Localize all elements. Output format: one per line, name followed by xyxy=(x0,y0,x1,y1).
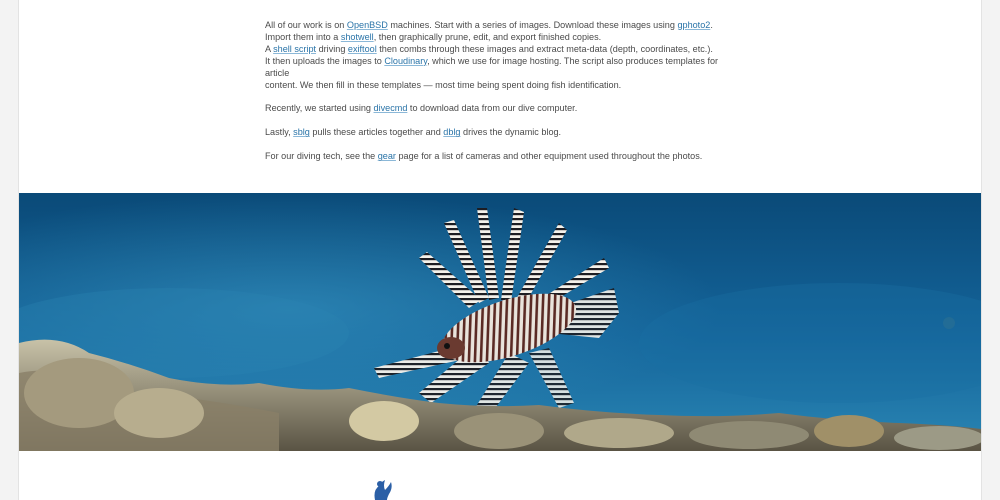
text: pulls these articles together and xyxy=(309,127,444,138)
text: , then graphically prune, edit, and expo… xyxy=(373,31,602,42)
paragraph-divecmd: Recently, we started using divecmd to do… xyxy=(265,103,735,115)
link-gear[interactable]: gear xyxy=(378,151,396,161)
link-openbsd[interactable]: OpenBSD xyxy=(347,20,388,30)
text: then combs through these images and extr… xyxy=(376,43,713,54)
text: Import them into a xyxy=(265,31,341,42)
text: content. We then fill in these templates… xyxy=(265,79,622,90)
text: . xyxy=(710,20,713,30)
text: driving xyxy=(316,43,348,54)
link-divecmd[interactable]: divecmd xyxy=(374,103,408,113)
text: For our diving tech, see the xyxy=(265,151,378,162)
page-container: All of our work is on OpenBSD machines. … xyxy=(18,0,982,500)
link-dblg[interactable]: dblg xyxy=(443,127,460,137)
text: A xyxy=(265,43,274,54)
paragraph-workflow: All of our work is on OpenBSD machines. … xyxy=(265,20,735,91)
text: All of our work is on xyxy=(265,20,347,30)
link-gphoto2[interactable]: gphoto2 xyxy=(677,20,710,30)
text: It then uploads the images to xyxy=(265,55,385,66)
paragraph-gear: For our diving tech, see the gear page f… xyxy=(265,151,735,163)
link-shell-script[interactable]: shell script xyxy=(273,44,316,54)
underwater-scene xyxy=(19,193,981,451)
link-cloudinary[interactable]: Cloudinary xyxy=(384,56,427,66)
text: Recently, we started using xyxy=(265,103,374,114)
paragraph-sblg: Lastly, sblg pulls these articles togeth… xyxy=(265,127,735,139)
text: machines. Start with a series of images.… xyxy=(387,20,678,30)
text: Lastly, xyxy=(265,127,294,138)
hero-image-lionfish xyxy=(19,193,981,451)
text: to download data from our dive computer. xyxy=(407,103,578,114)
diver-logo-icon[interactable] xyxy=(369,478,401,500)
text: page for a list of cameras and other equ… xyxy=(395,151,703,162)
article-body: All of our work is on OpenBSD machines. … xyxy=(265,20,735,175)
link-sblg[interactable]: sblg xyxy=(293,127,310,137)
link-exiftool[interactable]: exiftool xyxy=(348,44,377,54)
text: drives the dynamic blog. xyxy=(460,127,562,138)
link-shotwell[interactable]: shotwell xyxy=(341,32,374,42)
